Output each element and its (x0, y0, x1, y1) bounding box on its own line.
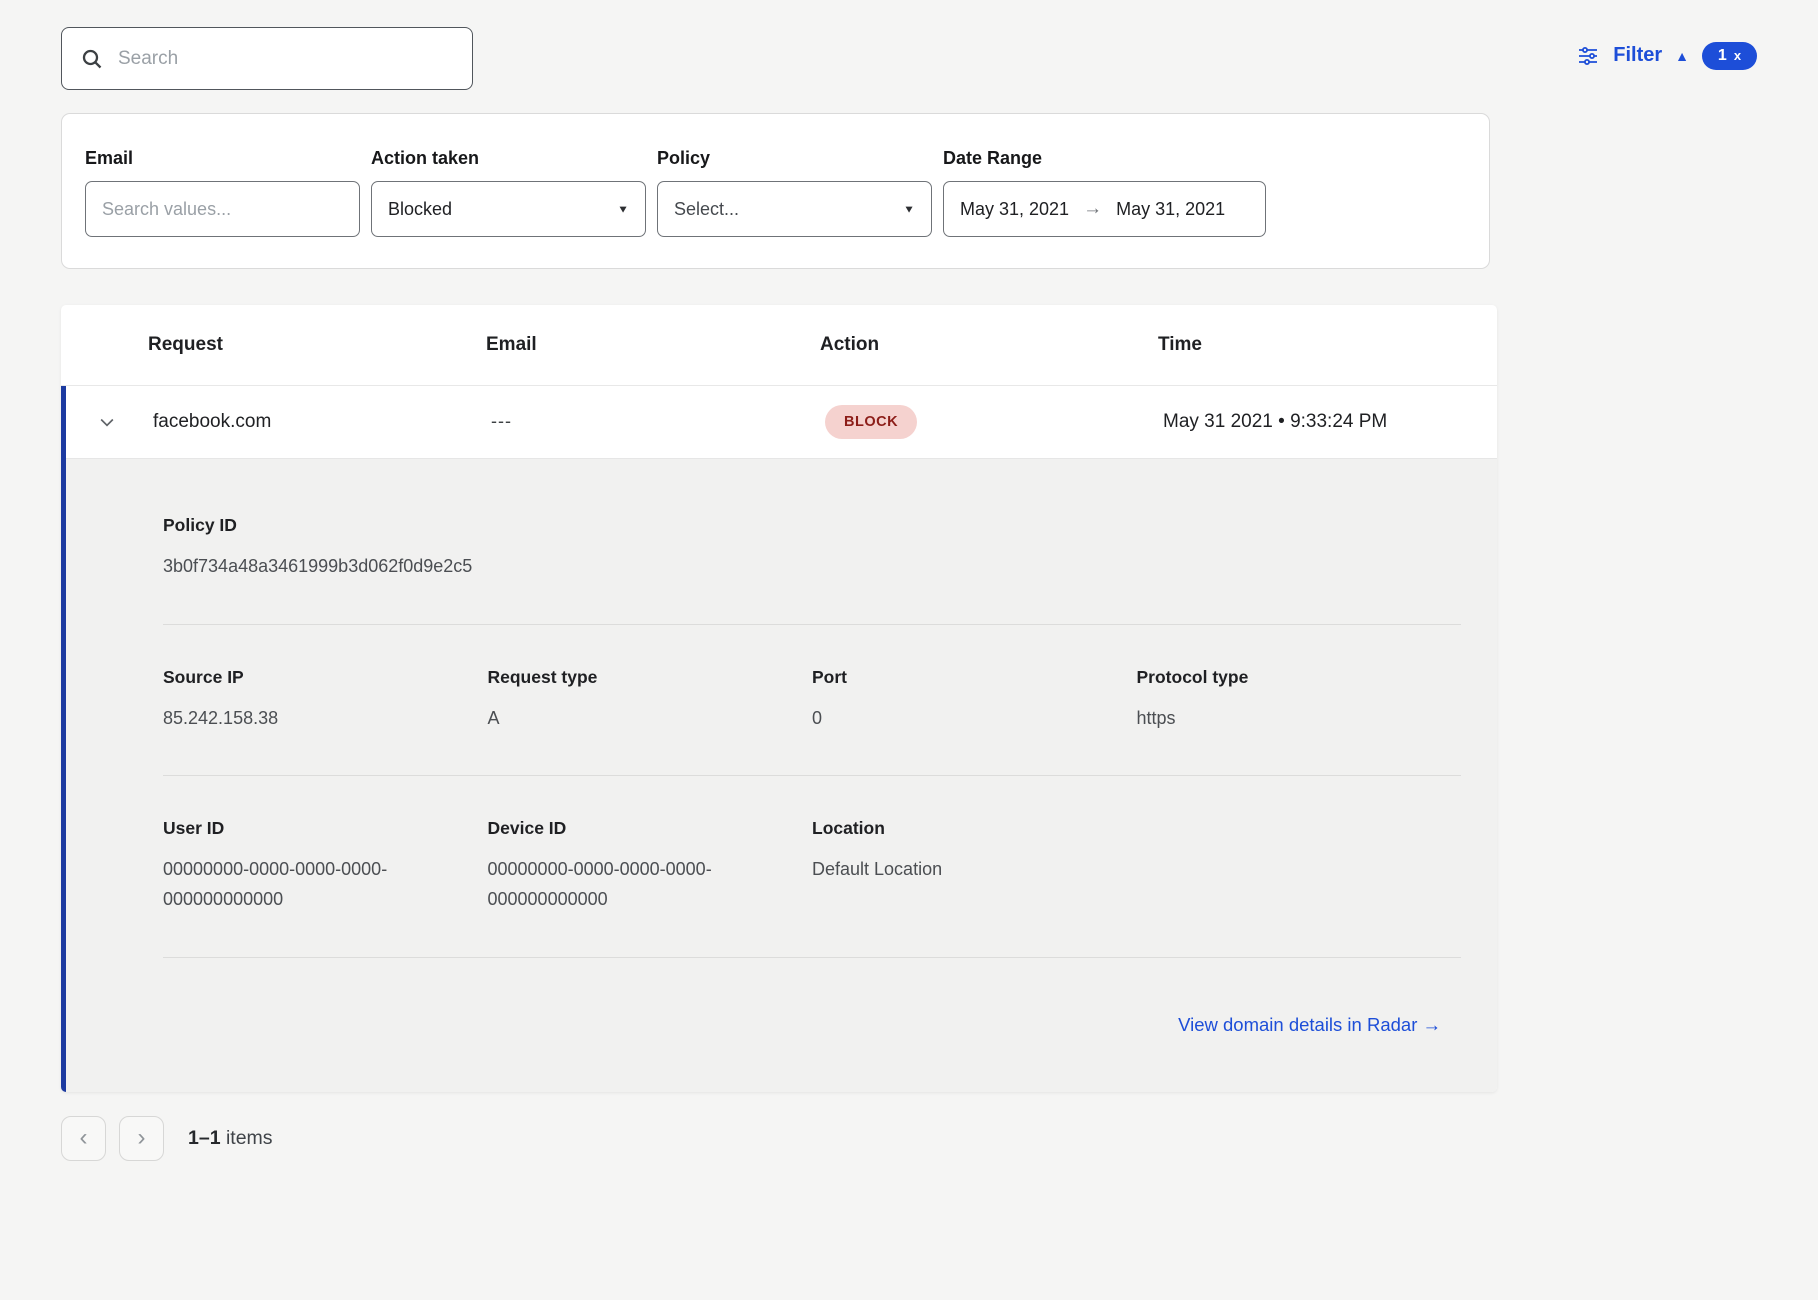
email-cell: --- (491, 411, 825, 432)
filter-sliders-icon[interactable] (1576, 44, 1600, 68)
port-value: 0 (812, 704, 1112, 734)
items-label: items (221, 1127, 273, 1149)
detail-field: Request type A (488, 667, 813, 734)
user-id-value: 00000000-0000-0000-0000-000000000000 (163, 855, 463, 914)
filter-count: 1 (1718, 47, 1727, 65)
network-details-section: Source IP 85.242.158.38 Request type A P… (163, 667, 1461, 777)
policy-id-label: Policy ID (163, 515, 1461, 536)
source-ip-label: Source IP (163, 667, 488, 688)
protocol-type-label: Protocol type (1137, 667, 1462, 688)
search-box[interactable] (61, 27, 473, 90)
arrow-right-icon: → (1083, 198, 1102, 220)
table-row[interactable]: facebook.com --- BLOCK May 31 2021 • 9:3… (66, 385, 1497, 459)
device-id-label: Device ID (488, 818, 813, 839)
action-taken-select[interactable]: Blocked ▼ (371, 181, 646, 237)
chevron-down-icon: ▼ (903, 203, 915, 215)
pagination: ‹ › 1–1 items (61, 1116, 1757, 1161)
identity-details-section: User ID 00000000-0000-0000-0000-00000000… (163, 818, 1461, 957)
active-filter-badge[interactable]: 1 x (1702, 42, 1757, 70)
items-count: 1–1 items (188, 1127, 273, 1150)
column-header-action: Action (820, 334, 1158, 356)
search-icon (80, 47, 104, 71)
date-range-label: Date Range (943, 148, 1266, 169)
policy-id-section: Policy ID 3b0f734a48a3461999b3d062f0d9e2… (163, 515, 1461, 625)
policy-value: Select... (674, 199, 739, 220)
request-type-label: Request type (488, 667, 813, 688)
column-header-email: Email (486, 334, 820, 356)
action-taken-value: Blocked (388, 199, 452, 220)
date-range-field: Date Range May 31, 2021 → May 31, 2021 (943, 148, 1266, 237)
previous-page-button[interactable]: ‹ (61, 1116, 106, 1161)
radar-link-row: View domain details in Radar → (163, 1000, 1461, 1056)
detail-field: Port 0 (812, 667, 1137, 734)
detail-field: User ID 00000000-0000-0000-0000-00000000… (163, 818, 488, 914)
row-details-panel: Policy ID 3b0f734a48a3461999b3d062f0d9e2… (66, 459, 1497, 1092)
column-header-request: Request (148, 334, 486, 356)
protocol-type-value: https (1137, 704, 1437, 734)
view-domain-in-radar-link[interactable]: View domain details in Radar → (1178, 1014, 1441, 1036)
detail-field: Protocol type https (1137, 667, 1462, 734)
chevron-down-icon: ▼ (617, 203, 629, 215)
next-page-button[interactable]: › (119, 1116, 164, 1161)
email-filter-input[interactable] (102, 199, 343, 220)
user-id-label: User ID (163, 818, 488, 839)
request-type-value: A (488, 704, 788, 734)
location-label: Location (812, 818, 1137, 839)
top-bar: Filter ▲ 1 x (0, 0, 1818, 90)
detail-field: Source IP 85.242.158.38 (163, 667, 488, 734)
filter-panel: Email Action taken Blocked ▼ Policy Sele… (61, 113, 1490, 269)
location-value: Default Location (812, 855, 1112, 885)
policy-id-value: 3b0f734a48a3461999b3d062f0d9e2c5 (163, 552, 483, 582)
source-ip-value: 85.242.158.38 (163, 704, 463, 734)
table-header-row: Request Email Action Time (61, 305, 1497, 385)
port-label: Port (812, 667, 1137, 688)
email-filter-label: Email (85, 148, 360, 169)
detail-field: Location Default Location (812, 818, 1137, 914)
log-row-group: facebook.com --- BLOCK May 31 2021 • 9:3… (61, 385, 1497, 1092)
detail-field: Device ID 00000000-0000-0000-0000-000000… (488, 818, 813, 914)
email-filter-field: Email (85, 148, 360, 237)
date-range-picker[interactable]: May 31, 2021 → May 31, 2021 (943, 181, 1266, 237)
request-cell: facebook.com (153, 411, 491, 433)
policy-field: Policy Select... ▼ (657, 148, 932, 237)
date-to: May 31, 2021 (1116, 199, 1225, 220)
search-input[interactable] (118, 48, 454, 70)
logs-table: Request Email Action Time facebook.com -… (61, 305, 1497, 1092)
action-taken-label: Action taken (371, 148, 646, 169)
gateway-logs-page: Filter ▲ 1 x Email Action taken Blocked … (0, 0, 1818, 1300)
collapse-caret-icon[interactable]: ▲ (1675, 49, 1689, 63)
filter-controls: Filter ▲ 1 x (1576, 42, 1757, 70)
time-cell: May 31 2021 • 9:33:24 PM (1163, 411, 1497, 433)
email-filter-input-wrap[interactable] (85, 181, 360, 237)
action-cell: BLOCK (825, 405, 1163, 439)
action-taken-field: Action taken Blocked ▼ (371, 148, 646, 237)
block-badge: BLOCK (825, 405, 917, 439)
column-header-time: Time (1158, 334, 1497, 356)
chevron-down-icon[interactable] (97, 412, 117, 432)
date-from: May 31, 2021 (960, 199, 1069, 220)
device-id-value: 00000000-0000-0000-0000-000000000000 (488, 855, 788, 914)
items-range: 1–1 (188, 1127, 221, 1149)
empty-cell (1137, 818, 1462, 914)
policy-select[interactable]: Select... ▼ (657, 181, 932, 237)
filter-toggle-label[interactable]: Filter (1613, 44, 1662, 67)
clear-filter-x[interactable]: x (1734, 48, 1741, 63)
policy-label: Policy (657, 148, 932, 169)
